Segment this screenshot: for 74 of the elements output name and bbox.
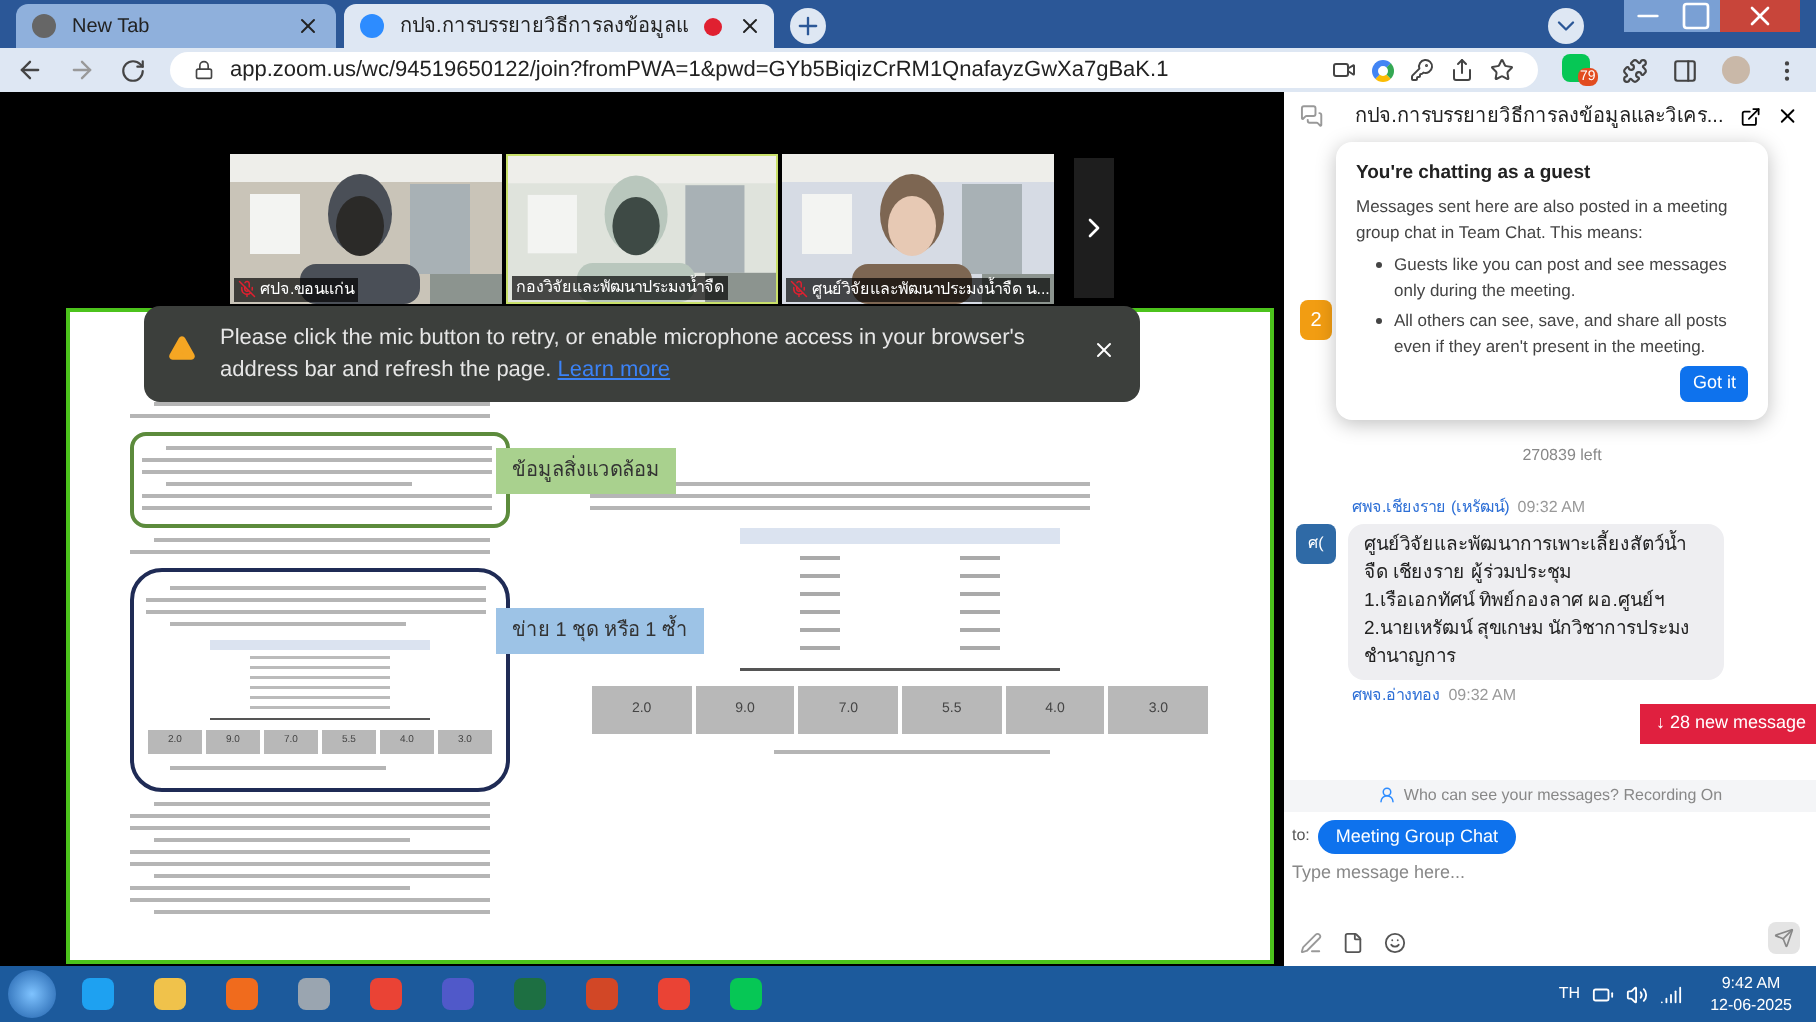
popup-title: You're chatting as a guest [1356, 160, 1593, 188]
sender-name[interactable]: ศพจ.เชียงราย (เหรัฒน์) [1352, 496, 1510, 520]
camera-icon[interactable] [1332, 58, 1356, 82]
close-icon[interactable] [1092, 338, 1116, 362]
new-messages-button[interactable]: ↓ 28 new message [1640, 704, 1816, 743]
reload-icon[interactable] [120, 57, 146, 83]
avatar: ศ( [1296, 524, 1336, 564]
file-icon[interactable] [1342, 932, 1364, 954]
tab-title: New Tab [72, 13, 152, 41]
participant-name: ศปจ.ขอนแก่น [260, 277, 355, 301]
recording-icon [703, 17, 722, 35]
message-text: 1.เรือเอกทัศน์ ทิพย์กองลาศ ผอ.ศูนย์ฯ [1364, 588, 1666, 616]
popup-point: Guests like you can post and see messages only during the meeting. [1394, 252, 1729, 305]
minimize-icon[interactable] [1624, 0, 1672, 32]
new-tab-icon[interactable] [790, 8, 826, 44]
close-icon[interactable] [737, 14, 762, 38]
tab-search-icon[interactable] [1548, 8, 1584, 44]
participant-name: กองวิจัยและพัฒนาประมงน้ำจืด [516, 275, 724, 299]
recipient-button[interactable]: Meeting Group Chat [1317, 819, 1516, 854]
mic-muted-icon [238, 280, 256, 298]
sender-name[interactable]: ศพจ.อ่างทอง [1352, 684, 1441, 708]
mic-muted-icon [790, 280, 808, 298]
lock-icon [194, 60, 214, 80]
popup-text: Messages sent here are also posted in a meeting group chat in Team Chat. This means: [1356, 194, 1730, 247]
maximize-icon[interactable] [1672, 0, 1720, 32]
message-text: ศูนย์วิจัยและพัฒนาการเพาะเลี้ยงสัตว์น้ำจืด เชียงราย ผู้ร่วมประชุม [1364, 532, 1688, 588]
signal-icon[interactable] [1660, 983, 1683, 1005]
format-icon[interactable] [1300, 932, 1322, 954]
browser-tab[interactable]: กปจ.การบรรยายวิธีการลงข้อมูลแ [344, 4, 774, 48]
start-button[interactable] [8, 970, 56, 1018]
tab-title: กปจ.การบรรยายวิธีการลงข้อมูลแ [400, 13, 688, 41]
bookmark-icon[interactable] [1490, 58, 1514, 82]
battery-icon[interactable] [1592, 983, 1615, 1005]
video-tile[interactable]: ศูนย์วิจัยและพัฒนาประมงน้ำจืด น... [782, 153, 1054, 303]
popup-point: All others can see, save, and share all posts even if they aren't present in the meeting. [1394, 308, 1729, 361]
side-panel-icon[interactable] [1672, 57, 1698, 83]
unread-badge: 2 [1300, 300, 1332, 340]
emoji-icon[interactable] [1384, 932, 1406, 954]
message-input[interactable]: Type message here... [1292, 858, 1808, 886]
browser-tab[interactable]: New Tab [16, 4, 336, 48]
back-icon[interactable] [16, 56, 44, 84]
video-tile[interactable]: ศปจ.ขอนแก่น [230, 153, 502, 303]
callout-label: ข้อมูลสิ่งแวดล้อม [496, 448, 676, 494]
message-time: 09:32 AM [1448, 684, 1517, 708]
close-icon[interactable] [1776, 104, 1800, 128]
chat-icon[interactable] [1300, 104, 1324, 128]
message-text: 2.นายเหรัฒน์ สุขเกษม นักวิชาการประมง ชำนาญการ [1364, 616, 1693, 672]
send-icon [1774, 928, 1794, 948]
clock-date[interactable]: 12-06-2025 [1710, 994, 1792, 1016]
participant-name: ศูนย์วิจัยและพัฒนาประมงน้ำจืด น... [812, 277, 1050, 301]
address-field[interactable]: app.zoom.us/wc/94519650122/join?fromPWA=1&pwd=GYb5BiqizCrRM1QnafayzGwXa7gBaK.1 [170, 52, 1538, 88]
pop-out-icon[interactable] [1739, 105, 1761, 127]
got-it-button[interactable]: Got it [1680, 366, 1748, 402]
language-indicator[interactable]: TH [1558, 982, 1581, 1006]
clock-time[interactable]: 9:42 AM [1721, 972, 1781, 994]
person-icon [1377, 786, 1396, 804]
message-time: 09:32 AM [1517, 496, 1586, 520]
google-icon[interactable] [1372, 59, 1394, 81]
volume-icon[interactable] [1626, 983, 1649, 1005]
key-icon[interactable] [1410, 58, 1434, 82]
bullet-icon [1376, 262, 1382, 269]
to-label: to: [1292, 824, 1310, 849]
chat-title: กปจ.การบรรยายวิธีการลงข้อมูลและวิเคร... [1353, 103, 1724, 131]
url-text: app.zoom.us/wc/94519650122/join?fromPWA=1&pwd=GYb5BiqizCrRM1QnafayzGwXa7gBaK.1 [230, 55, 1171, 86]
send-button[interactable] [1768, 922, 1800, 954]
warning-message: Please click the mic button to retry, or enable microphone access in your browser's address bar and refresh the page. Learn more [220, 324, 1027, 386]
share-icon[interactable] [1450, 58, 1474, 82]
video-tile[interactable]: กองวิจัยและพัฒนาประมงน้ำจืด [506, 153, 778, 303]
remaining-count: 270839 left [1522, 444, 1602, 468]
close-icon[interactable] [296, 14, 320, 38]
bullet-icon [1376, 318, 1382, 325]
extensions-icon[interactable] [1622, 57, 1648, 83]
callout-label: ข่าย 1 ชุด หรือ 1 ซ้ำ [496, 608, 705, 654]
warning-icon [168, 334, 196, 362]
